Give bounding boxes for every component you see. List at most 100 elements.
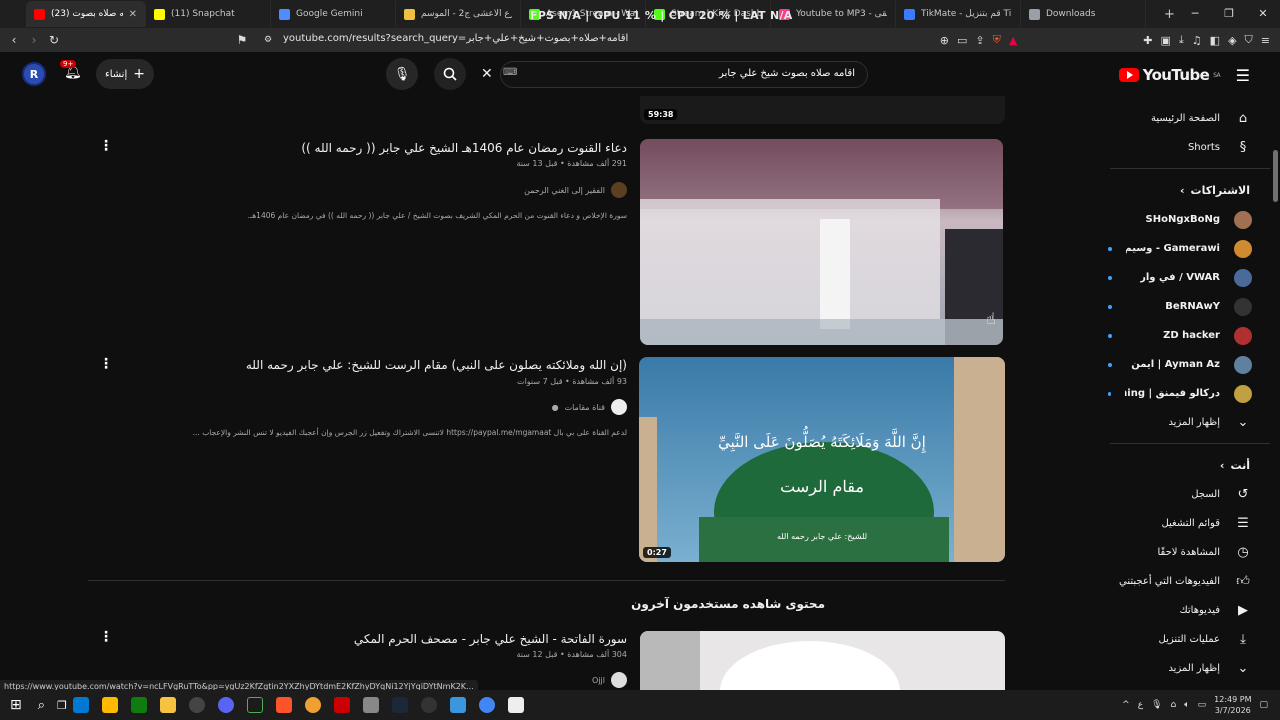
more-options-icon[interactable]: ⋮ bbox=[99, 356, 113, 372]
chrome-icon[interactable] bbox=[479, 697, 496, 713]
app-icon[interactable] bbox=[334, 697, 351, 713]
channel-link[interactable]: Ojjl bbox=[592, 672, 627, 688]
sidebar-subscription[interactable]: دركالو فيمنق | Gaming ... bbox=[1102, 379, 1280, 408]
file-explorer-icon[interactable] bbox=[160, 697, 177, 713]
sidebar-item-chevron-down[interactable]: ⌄ إظهار المزيد bbox=[1102, 654, 1280, 683]
battery-icon[interactable]: ▭ bbox=[1198, 700, 1207, 710]
bookmark-icon[interactable]: ⚑ bbox=[232, 33, 252, 47]
sidebar-item-shorts[interactable]: § Shorts bbox=[1102, 133, 1280, 162]
discord-icon[interactable] bbox=[218, 697, 235, 713]
terminal-icon[interactable] bbox=[247, 697, 264, 713]
sidebar-subscription[interactable]: SHoNgxBoNg bbox=[1102, 205, 1280, 234]
restore-icon[interactable]: ❐ bbox=[1212, 0, 1246, 28]
channel-link[interactable]: قناة مقامات ● bbox=[552, 399, 627, 415]
wallet-icon[interactable]: ◈ bbox=[1228, 34, 1236, 47]
video-title[interactable]: سورة الفاتحة - الشيخ علي جابر - مصحف الح… bbox=[354, 632, 627, 646]
forward-icon[interactable]: › bbox=[24, 33, 44, 47]
browser-tab[interactable]: Downloads bbox=[1021, 1, 1146, 27]
volume-icon[interactable]: 🔈︎ bbox=[1184, 700, 1189, 710]
browser-tab[interactable]: Google Gemini bbox=[271, 1, 396, 27]
sidebar-item-clock[interactable]: ◷ المشاهدة لاحقًا bbox=[1102, 538, 1280, 567]
guide-menu-icon[interactable]: ☰ bbox=[1236, 66, 1250, 85]
task-view-icon[interactable]: ❐ bbox=[57, 699, 67, 712]
new-tab-button[interactable]: + bbox=[1164, 7, 1175, 22]
avatar[interactable]: R bbox=[22, 62, 46, 86]
search-input[interactable]: ✕ ⌨ اقامه صلاه بصوت شيخ علي جابر bbox=[481, 61, 868, 88]
tab-actions[interactable] bbox=[0, 9, 26, 19]
video-thumbnail[interactable] bbox=[640, 139, 1003, 345]
cast-icon[interactable]: ▭ bbox=[957, 34, 967, 47]
sidebar-subscription[interactable]: BeRNAwY bbox=[1102, 292, 1280, 321]
network-icon[interactable]: ⌂ bbox=[1171, 700, 1177, 710]
store-icon[interactable] bbox=[102, 697, 119, 713]
channel-link[interactable]: الفقير إلى الغني الرحمن bbox=[524, 182, 627, 198]
menu-icon[interactable]: ≡ bbox=[1261, 34, 1270, 47]
notifications-icon[interactable]: ▢ bbox=[1259, 700, 1268, 710]
microphone-icon[interactable]: 🎙︎ bbox=[1151, 700, 1162, 710]
app-icon[interactable] bbox=[73, 697, 90, 713]
site-info-icon[interactable]: ⚙ bbox=[258, 35, 278, 45]
back-icon[interactable]: ‹ bbox=[4, 33, 24, 47]
app-icon[interactable] bbox=[305, 697, 322, 713]
clock[interactable]: 12:49 PM 3/7/2026 bbox=[1214, 694, 1251, 716]
create-button[interactable]: إنشاء + bbox=[96, 59, 154, 89]
sidebar-subscription[interactable]: VWAR / في وار bbox=[1102, 263, 1280, 292]
scrollbar[interactable] bbox=[1273, 150, 1278, 202]
you-heading[interactable]: أنت › bbox=[1102, 450, 1280, 480]
video-title[interactable]: (إن الله وملائكته يصلون على النبي) مقام … bbox=[246, 358, 627, 372]
capcut-icon[interactable] bbox=[508, 697, 525, 713]
notepad-icon[interactable] bbox=[363, 697, 380, 713]
language-indicator[interactable]: ع bbox=[1138, 700, 1143, 710]
sidebar-subscription[interactable]: Ayman Az | ايمن bbox=[1102, 350, 1280, 379]
subscriptions-show-more[interactable]: ⌄ إظهار المزيد bbox=[1102, 408, 1280, 437]
rewards-icon[interactable]: ▲ bbox=[1009, 34, 1017, 47]
voice-search-button[interactable]: 🎙︎ bbox=[386, 58, 418, 90]
close-tab-icon[interactable]: ✕ bbox=[129, 9, 137, 20]
subscriptions-heading[interactable]: الاشتراكات › bbox=[1102, 175, 1280, 205]
sidebar-item-history[interactable]: ↺ السجل bbox=[1102, 480, 1280, 509]
sidebar-item-your-videos[interactable]: ▶ فيديوهاتك bbox=[1102, 596, 1280, 625]
settings-icon[interactable] bbox=[189, 697, 206, 713]
sidebar-item-like[interactable]: 👍︎ الفيديوهات التي أعجبتني bbox=[1102, 567, 1280, 596]
partial-video-thumbnail[interactable]: 59:38 bbox=[640, 96, 1005, 124]
clear-search-icon[interactable]: ✕ bbox=[481, 66, 493, 82]
vpn-icon[interactable]: ⛉ bbox=[1245, 33, 1253, 47]
brave-shield-icon[interactable]: ⛨ bbox=[993, 33, 1001, 47]
app-icon[interactable] bbox=[450, 697, 467, 713]
keyboard-icon[interactable]: ⌨ bbox=[503, 67, 517, 78]
tray-overflow-icon[interactable]: ^ bbox=[1122, 700, 1130, 710]
app-icon[interactable] bbox=[421, 697, 438, 713]
sidebar-item-download[interactable]: ⤓ عمليات التنزيل bbox=[1102, 625, 1280, 654]
browser-tab[interactable]: (23) اقامه صلاه بصوت ✕ bbox=[26, 1, 146, 27]
close-window-icon[interactable]: ✕ bbox=[1246, 0, 1280, 28]
brave-icon[interactable] bbox=[276, 697, 293, 713]
browser-tab[interactable]: TikMate - قم بتنزيل TikTok bbox=[896, 1, 1021, 27]
reload-icon[interactable]: ↻ bbox=[44, 33, 64, 47]
zoom-icon[interactable]: ⊕ bbox=[940, 34, 949, 47]
search-icon[interactable]: ⌕ bbox=[38, 698, 45, 713]
search-button[interactable] bbox=[434, 58, 466, 90]
xbox-icon[interactable] bbox=[131, 697, 148, 713]
sidebar-item-playlist[interactable]: ☰ قوائم التشغيل bbox=[1102, 509, 1280, 538]
more-options-icon[interactable]: ⋮ bbox=[99, 138, 113, 154]
youtube-logo[interactable]: YouTube SA bbox=[1118, 66, 1221, 84]
sidebar-toggle-icon[interactable]: ◧ bbox=[1210, 34, 1220, 47]
extensions-icon[interactable]: ✚ bbox=[1143, 34, 1152, 47]
video-thumbnail[interactable] bbox=[640, 631, 1005, 690]
sidebar-subscription[interactable]: ZD hacker bbox=[1102, 321, 1280, 350]
windows-start-icon[interactable]: ⊞ bbox=[10, 697, 22, 713]
share-icon[interactable]: ⇪ bbox=[975, 34, 984, 47]
browser-tab[interactable]: (11) Snapchat bbox=[146, 1, 271, 27]
media-icon[interactable]: ♫ bbox=[1192, 34, 1202, 47]
video-title[interactable]: دعاء القنوت رمضان عام 1406هـ الشيخ علي ج… bbox=[301, 141, 627, 155]
downloads-icon[interactable]: ⤓ bbox=[1179, 33, 1184, 47]
video-thumbnail[interactable]: إِنَّ اللَّهَ وَمَلَائِكَتَهُ يُصَلُّونَ… bbox=[639, 357, 1005, 562]
tab-search-icon[interactable]: ▣ bbox=[1161, 34, 1171, 47]
steam-icon[interactable] bbox=[392, 697, 409, 713]
sidebar-subscription[interactable]: Gamerawi - وسيم bbox=[1102, 234, 1280, 263]
more-options-icon[interactable]: ⋮ bbox=[99, 629, 113, 645]
sidebar-item-home[interactable]: ⌂ الصفحة الرئيسية bbox=[1102, 104, 1280, 133]
url-field[interactable]: youtube.com/results?search_query=اقامه+ص… bbox=[283, 33, 628, 44]
browser-tab[interactable]: شارع الأعشى ج2 - الموسم bbox=[396, 1, 521, 27]
minimize-icon[interactable]: ─ bbox=[1178, 0, 1212, 28]
